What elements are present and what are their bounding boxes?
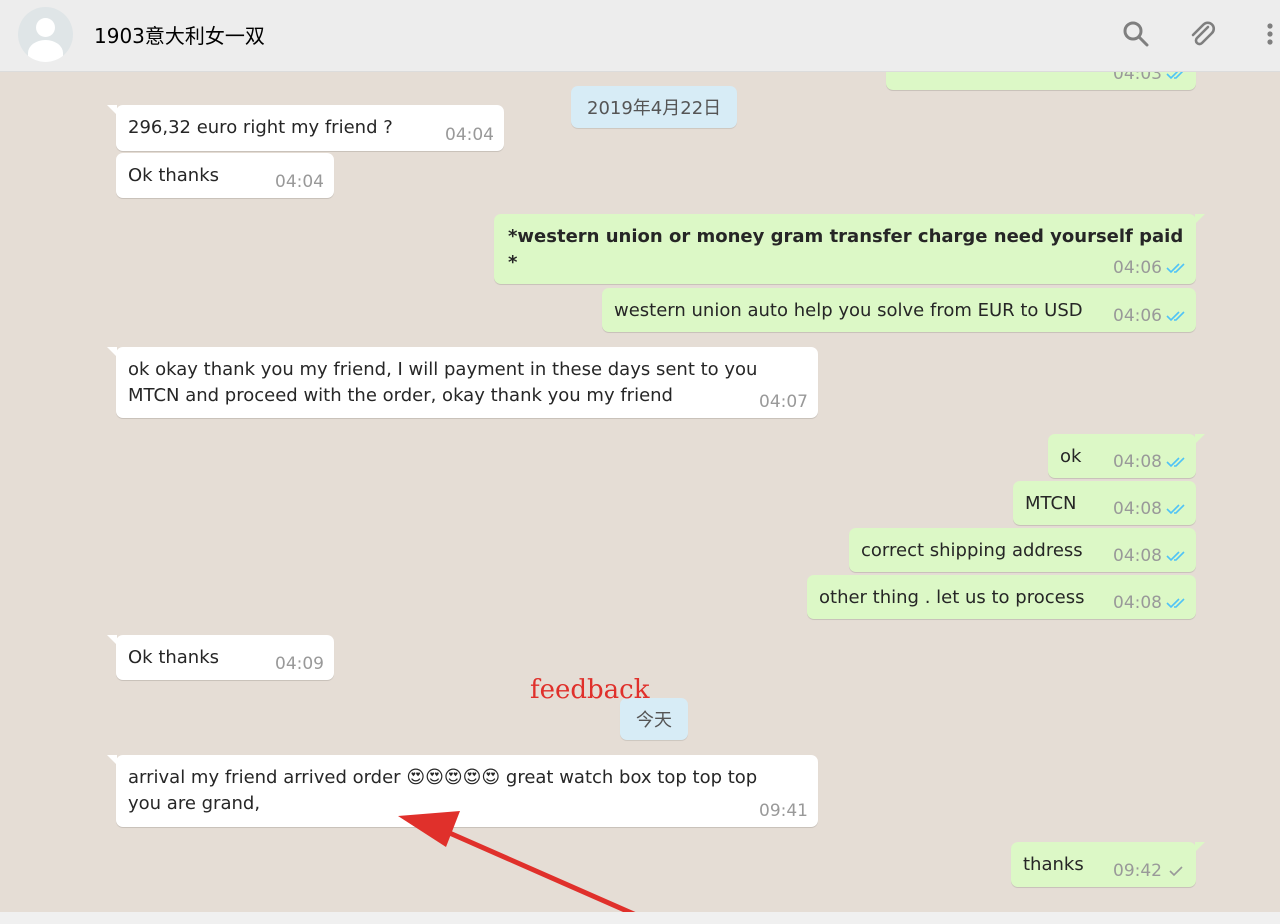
message-text: Ok thanks <box>128 165 220 186</box>
heart-eyes-emoji: 😍 <box>462 767 482 788</box>
message-text: thanks <box>1023 854 1084 875</box>
message-text: 296,32 euro right my friend ? <box>128 117 393 138</box>
message-text: MTCN <box>1025 493 1077 514</box>
message-text: correct shipping address <box>861 540 1083 561</box>
message-bubble-outgoing[interactable]: thanks 09:42 <box>1011 842 1205 887</box>
message-bubble-outgoing[interactable]: *western union or money gram transfer ch… <box>494 214 1205 284</box>
heart-eyes-emoji: 😍 <box>481 767 501 788</box>
message-meta: 04:06 <box>1113 255 1186 281</box>
contact-name[interactable]: 1903意大利女一双 <box>94 20 265 49</box>
message-bubble-outgoing[interactable]: western union auto help you solve from E… <box>602 288 1196 332</box>
compose-bar <box>0 912 1280 924</box>
attach-icon[interactable] <box>1186 18 1218 50</box>
message-meta: 04:08 <box>1113 496 1186 522</box>
double-check-icon <box>1166 598 1185 609</box>
message-time: 04:04 <box>445 125 494 145</box>
search-icon[interactable] <box>1120 18 1152 50</box>
message-bubble-incoming[interactable]: ok okay thank you my friend, I will paym… <box>107 347 818 418</box>
message-meta: 04:08 <box>1113 449 1186 475</box>
message-bubble-outgoing[interactable]: MTCN 04:08 <box>1013 481 1196 525</box>
message-time: 09:41 <box>759 801 808 821</box>
message-text: western union auto help you solve from E… <box>614 300 1083 321</box>
message-meta: 04:08 <box>1113 543 1186 569</box>
message-bubble-incoming[interactable]: 296,32 euro right my friend ? 04:04 <box>107 105 504 151</box>
menu-icon[interactable] <box>1262 18 1278 50</box>
double-check-icon <box>1166 311 1185 322</box>
message-bubble-outgoing[interactable]: correct shipping address 04:08 <box>849 528 1196 572</box>
heart-eyes-emoji: 😍 <box>406 767 426 788</box>
message-meta: 09:42 <box>1113 858 1186 884</box>
double-check-icon <box>1166 263 1185 274</box>
message-text: ok okay thank you my friend, I will paym… <box>128 359 758 406</box>
double-check-icon <box>1166 551 1185 562</box>
heart-eyes-emoji: 😍 <box>443 767 463 788</box>
message-text: *western union or money gram transfer ch… <box>508 226 1184 273</box>
message-text: other thing . let us to process <box>819 587 1085 608</box>
chat-header: 1903意大利女一双 <box>0 0 1280 72</box>
message-bubble-incoming[interactable]: Ok thanks 04:09 <box>107 635 334 680</box>
message-bubble-outgoing[interactable]: other thing . let us to process 04:08 <box>807 575 1196 619</box>
message-time: 04:09 <box>275 654 324 674</box>
feedback-annotation-label: feedback <box>530 675 650 705</box>
message-time: 04:07 <box>759 392 808 412</box>
avatar-icon[interactable] <box>18 7 73 62</box>
message-meta: 04:03 <box>1113 72 1186 87</box>
message-text: Ok thanks <box>128 647 220 668</box>
message-meta: 04:06 <box>1113 303 1186 329</box>
chat-panel[interactable]: 04:03 2019年4月22日 296,32 euro right my fr… <box>0 72 1280 912</box>
message-bubble-outgoing[interactable]: ok 04:08 <box>1048 434 1205 478</box>
message-text: ok <box>1060 446 1082 467</box>
date-chip: 2019年4月22日 <box>571 86 738 128</box>
double-check-icon <box>1166 72 1184 80</box>
message-time: 04:04 <box>275 172 324 192</box>
double-check-icon <box>1166 504 1185 515</box>
message-meta: 04:08 <box>1113 590 1186 616</box>
single-check-icon <box>1169 866 1183 877</box>
heart-eyes-emoji: 😍 <box>425 767 444 788</box>
double-check-icon <box>1166 457 1185 468</box>
message-bubble-outgoing[interactable]: 04:03 <box>886 72 1196 90</box>
annotation-arrow-icon <box>398 811 636 912</box>
message-bubble-incoming[interactable]: Ok thanks 04:04 <box>116 153 334 198</box>
